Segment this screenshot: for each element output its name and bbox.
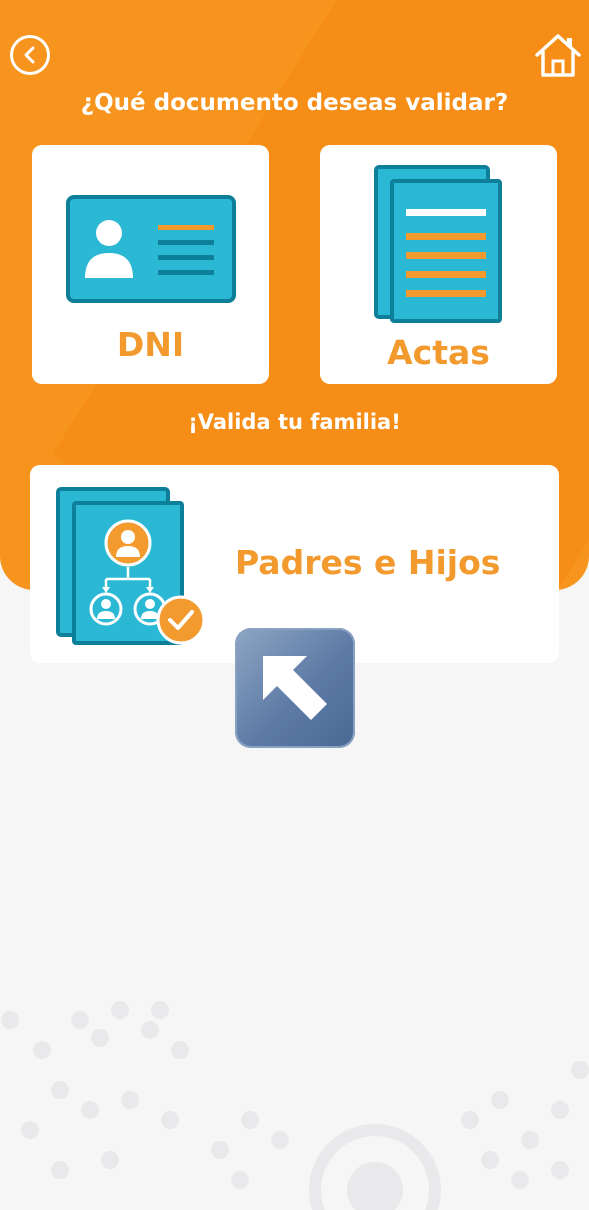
actas-card[interactable]: Actas [320,145,557,384]
back-button[interactable] [10,35,50,75]
home-button[interactable] [534,32,582,78]
arrow-up-left-icon [263,656,327,720]
actas-label: Actas [387,333,490,372]
page-question: ¿Qué documento deseas validar? [80,90,509,116]
chevron-left-icon [24,46,35,64]
dni-card[interactable]: DNI [32,145,269,384]
background-dot-pattern [1,1001,589,1210]
id-card-icon [66,195,236,303]
home-icon [535,34,581,77]
family-heading: ¡Valida tu familia! [188,410,401,434]
dni-label: DNI [116,325,185,364]
pointer-arrow-overlay [235,628,355,748]
padres-hijos-label: Padres e Hijos [235,543,501,582]
documents-icon [374,165,502,323]
family-tree-icon [56,487,206,645]
